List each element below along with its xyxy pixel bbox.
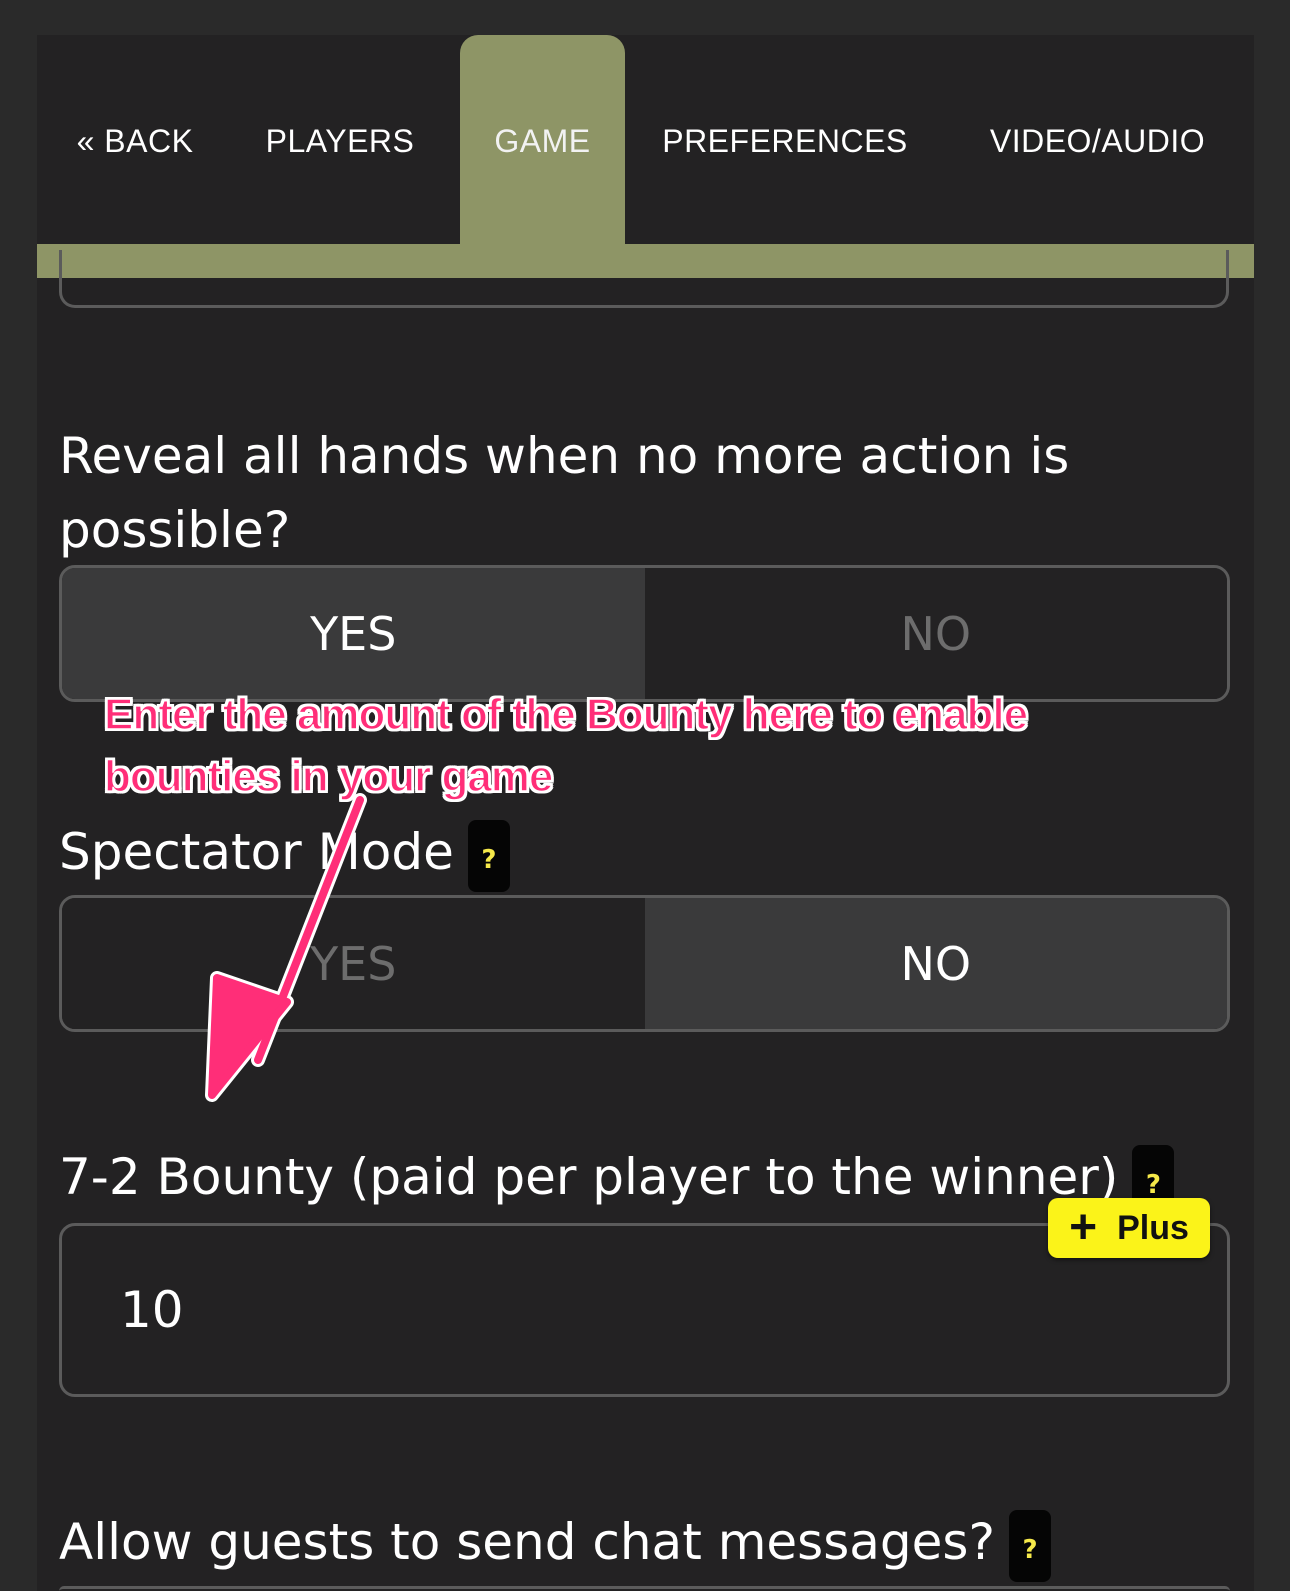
tab-back-label: « BACK [76,122,194,159]
spectator-mode-no-button[interactable]: NO [644,898,1227,1029]
reveal-hands-yes-button[interactable]: YES [62,568,645,699]
guest-chat-help-icon[interactable]: ? [1009,1509,1051,1582]
tab-preferences-label: PREFERENCES [662,122,908,159]
tab-preferences[interactable]: PREFERENCES [655,35,915,245]
bounty-question-text: 7-2 Bounty (paid per player to the winne… [59,1148,1119,1206]
reveal-hands-toggle: YES NO [59,565,1230,702]
guest-chat-toggle-top-edge[interactable] [59,1586,1230,1591]
tab-players[interactable]: PLAYERS [245,35,435,245]
spectator-mode-toggle: YES NO [59,895,1230,1032]
plus-feature-badge[interactable]: + Plus [1048,1198,1210,1258]
tab-video-audio[interactable]: VIDEO/AUDIO [965,35,1230,245]
guest-chat-question-text: Allow guests to send chat messages? [59,1513,995,1571]
spectator-mode-yes-button[interactable]: YES [62,898,645,1029]
guest-chat-question: Allow guests to send chat messages?? [59,1505,1219,1582]
reveal-hands-question: Reveal all hands when no more action is … [59,419,1219,567]
reveal-hands-question-text: Reveal all hands when no more action is … [59,427,1070,559]
spectator-mode-help-icon[interactable]: ? [467,819,510,892]
reveal-hands-no-button[interactable]: NO [644,568,1227,699]
plus-badge-label: Plus [1117,1208,1189,1247]
tab-game-label: GAME [494,122,591,159]
tab-back[interactable]: « BACK [60,35,210,245]
tab-video-audio-label: VIDEO/AUDIO [989,122,1206,159]
tab-players-label: PLAYERS [265,122,415,159]
tab-game[interactable]: GAME [460,35,625,245]
bounty-amount-value: 10 [120,1281,184,1339]
previous-field-bottom-edge[interactable] [59,250,1229,308]
plus-icon: + [1069,1201,1098,1254]
spectator-mode-question: Spectator Mode? [59,815,1219,892]
spectator-mode-question-text: Spectator Mode [59,823,454,881]
